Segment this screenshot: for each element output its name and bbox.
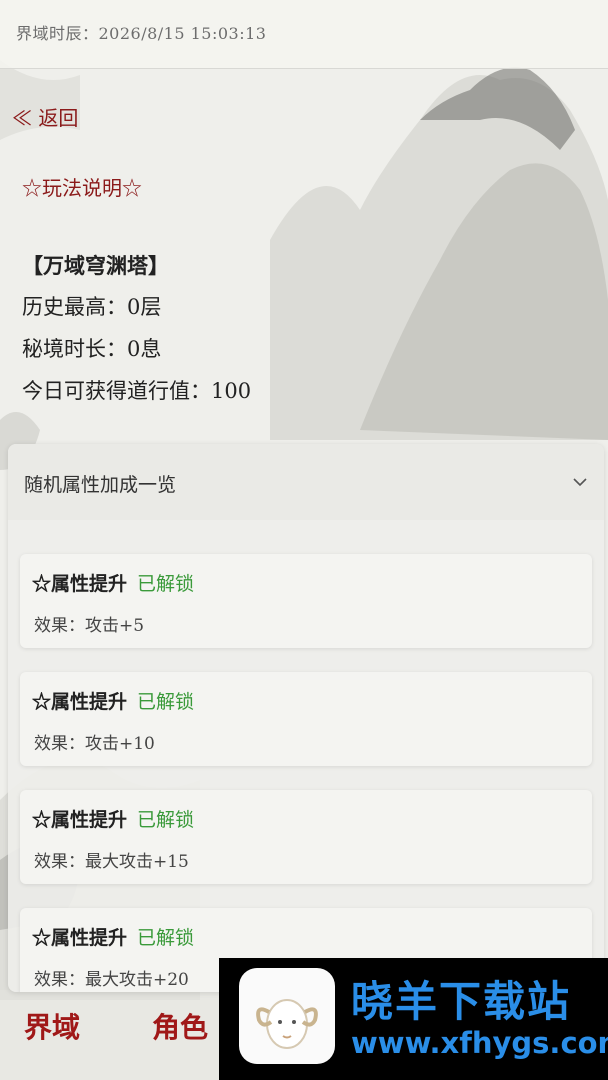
bonus-card-status: 已解锁 [137, 809, 195, 831]
tower-title: 【万域穹渊塔】 [22, 253, 169, 278]
bonus-card-list: ☆属性提升 已解锁 效果：攻击+5 ☆属性提升 已解锁 效果：攻击+10 ☆属性提升… [20, 554, 592, 992]
bonus-card-status: 已解锁 [137, 691, 195, 713]
bonus-card-effect: 效果：攻击+5 [34, 616, 145, 636]
watermark-banner: 晓羊下载站 www.xfhygs.com [219, 958, 608, 1080]
nav-item-character[interactable]: 角色 [152, 1006, 208, 1046]
bonus-card: ☆属性提升 已解锁 效果：最大攻击+15 [20, 790, 592, 884]
bonus-card-name: ☆属性提升 [32, 691, 128, 713]
realm-duration-text: 秘境时长：0息 [22, 337, 162, 361]
bonus-list-panel: 随机属性加成一览 ☆属性提升 已解锁 效果：攻击+5 ☆属性提升 已解锁 效果：攻击… [8, 444, 604, 992]
chevron-down-icon [573, 478, 587, 487]
bonus-card-effect: 效果：最大攻击+15 [34, 852, 189, 872]
rules-link[interactable]: ☆玩法说明☆ [22, 172, 142, 201]
bonus-card-status: 已解锁 [137, 927, 195, 949]
world-time-text: 界域时辰：2026/8/15 15:03:13 [16, 24, 267, 43]
bonus-card-name: ☆属性提升 [32, 809, 128, 831]
tower-info: 【万域穹渊塔】 历史最高：0层 秘境时长：0息 今日可获得道行值：100 [22, 250, 251, 417]
bonus-card: ☆属性提升 已解锁 效果：攻击+5 [20, 554, 592, 648]
watermark-url: www.xfhygs.com [351, 1026, 608, 1060]
bonus-card-status: 已解锁 [137, 573, 195, 595]
status-bar: 界域时辰：2026/8/15 15:03:13 [0, 0, 608, 69]
bonus-card: ☆属性提升 已解锁 效果：攻击+10 [20, 672, 592, 766]
bonus-card-name: ☆属性提升 [32, 573, 128, 595]
bonus-card-name: ☆属性提升 [32, 927, 128, 949]
bonus-list-header[interactable]: 随机属性加成一览 [8, 444, 604, 520]
daily-reward-text: 今日可获得道行值：100 [22, 379, 252, 403]
bonus-card-effect: 效果：最大攻击+20 [34, 970, 189, 990]
bonus-list-title: 随机属性加成一览 [24, 474, 177, 496]
sheep-logo-icon [239, 968, 335, 1064]
watermark-site-name: 晓羊下载站 [351, 977, 572, 1026]
history-best-text: 历史最高：0层 [22, 295, 162, 319]
bonus-card-effect: 效果：攻击+10 [34, 734, 155, 754]
nav-item-realm[interactable]: 界域 [24, 1006, 80, 1046]
back-button[interactable]: ≪ 返回 [12, 102, 78, 131]
